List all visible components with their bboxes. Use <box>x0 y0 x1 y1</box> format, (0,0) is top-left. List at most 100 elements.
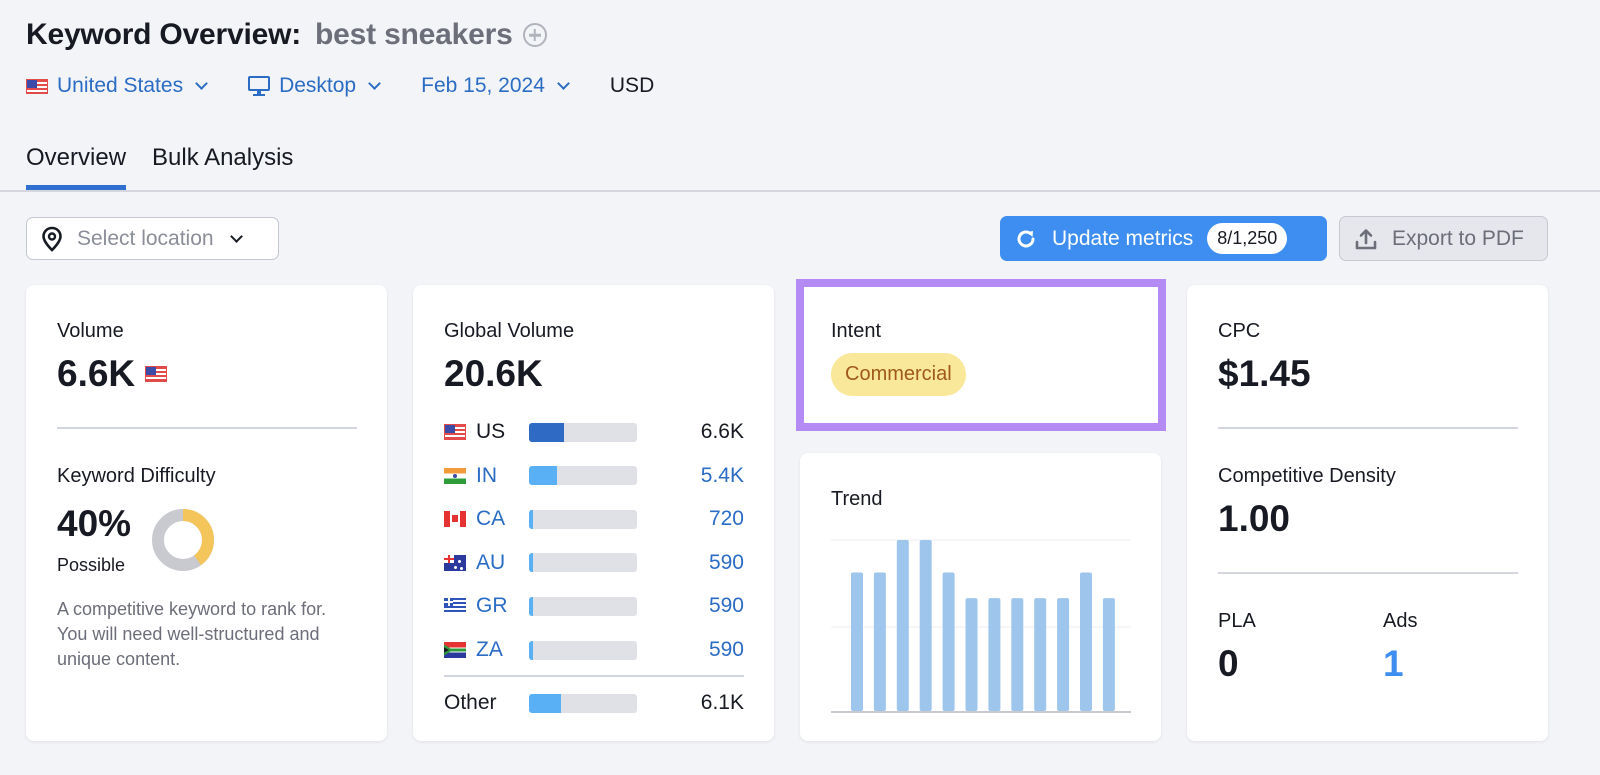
intent-label: Intent <box>831 320 882 342</box>
update-count-badge: 8/1,250 <box>1207 223 1288 254</box>
intent-badge-wrap: Commercial <box>831 353 966 396</box>
country-share-bar <box>529 509 637 529</box>
country-share-fill <box>529 509 534 529</box>
location-placeholder: Select location <box>77 226 214 250</box>
country-row-au[interactable]: AU 590 <box>444 551 744 575</box>
us-flag-icon <box>444 424 466 440</box>
trend-label: Trend <box>831 488 883 510</box>
country-share-fill <box>529 422 564 442</box>
trend-bar-4[interactable] <box>919 540 932 711</box>
keyword-text: best sneakers <box>315 18 513 51</box>
trend-bar-10[interactable] <box>1057 598 1070 711</box>
location-pin-icon <box>42 226 62 252</box>
trend-bar-3[interactable] <box>896 540 909 711</box>
device-label: Desktop <box>279 74 357 97</box>
competitive-density-label: Competitive Density <box>1218 465 1396 487</box>
filters-bar: United States Desktop Feb 15, 2024 USD <box>26 74 654 98</box>
trend-bar-2[interactable] <box>873 572 886 711</box>
kd-value: 40% <box>57 503 132 544</box>
country-code[interactable]: ZA <box>476 638 529 662</box>
trend-bar-9[interactable] <box>1034 598 1047 711</box>
date-dropdown[interactable]: Feb 15, 2024 <box>421 74 570 98</box>
tab-bar: Overview Bulk Analysis <box>26 144 319 190</box>
kd-rating: Possible <box>57 555 126 575</box>
volume-label: Volume <box>57 320 124 342</box>
kd-description: A competitive keyword to rank for. You w… <box>57 599 327 669</box>
kd-label: Keyword Difficulty <box>57 465 216 487</box>
country-share-fill <box>529 553 534 573</box>
us-flag-icon <box>145 366 168 382</box>
country-share-bar <box>529 640 637 660</box>
divider <box>444 675 744 677</box>
country-share-bar <box>529 553 637 573</box>
country-volume[interactable]: 590 <box>637 551 744 575</box>
page-title-text: Keyword Overview: <box>26 18 302 51</box>
global-volume-label: Global Volume <box>444 320 575 342</box>
other-bar <box>529 693 637 713</box>
us-flag-icon <box>26 78 48 94</box>
country-code[interactable]: AU <box>476 551 529 575</box>
tab-bulk-analysis[interactable]: Bulk Analysis <box>152 144 293 186</box>
plus-circle-icon[interactable] <box>522 23 547 47</box>
country-volume[interactable]: 590 <box>637 638 744 662</box>
device-dropdown[interactable]: Desktop <box>248 74 381 98</box>
global-volume-value: 20.6K <box>444 353 543 394</box>
intent-badge: Commercial <box>831 353 966 396</box>
upload-icon <box>1355 228 1377 249</box>
za-flag-icon <box>444 642 466 658</box>
export-pdf-button[interactable]: Export to PDF <box>1339 216 1548 261</box>
volume-value: 6.6K <box>57 353 136 394</box>
country-volume[interactable]: 590 <box>637 594 744 618</box>
country-volume[interactable]: 720 <box>637 507 744 531</box>
country-share-bar <box>529 596 637 616</box>
country-row-in[interactable]: IN 5.4K <box>444 464 744 488</box>
gr-flag-icon <box>444 598 466 615</box>
currency-label: USD <box>609 74 655 97</box>
country-code[interactable]: GR <box>476 594 529 618</box>
country-volume: 6.6K <box>700 420 744 443</box>
country-label: United States <box>57 74 184 97</box>
country-share-fill <box>529 466 558 486</box>
pla-label: PLA <box>1218 610 1256 632</box>
trend-bar-5[interactable] <box>942 572 955 711</box>
country-row-za[interactable]: ZA 590 <box>444 638 744 662</box>
pla-value: 0 <box>1218 643 1239 684</box>
country-share-fill <box>529 640 534 660</box>
country-share-bar <box>529 466 637 486</box>
country-code: US <box>476 420 506 443</box>
trend-chart <box>831 539 1131 713</box>
chevron-down-icon <box>229 229 243 243</box>
country-code[interactable]: CA <box>476 507 529 531</box>
other-label: Other <box>444 691 497 714</box>
cpc-label: CPC <box>1218 320 1261 342</box>
trend-bar-6[interactable] <box>965 598 978 711</box>
cpc-value: $1.45 <box>1218 353 1311 394</box>
country-volume[interactable]: 5.4K <box>637 464 744 488</box>
volume-card: Volume 6.6K Keyword Difficulty 40% Possi… <box>26 285 387 741</box>
chevron-down-icon <box>557 77 570 90</box>
global-volume-card: Global Volume 20.6K US 6.6K IN 5.4K CA 720 AU 5… <box>413 285 774 741</box>
trend-bar-11[interactable] <box>1080 572 1092 711</box>
trend-bar-12[interactable] <box>1102 598 1115 711</box>
trend-bar-7[interactable] <box>988 598 1001 711</box>
trend-bar-1[interactable] <box>851 572 863 711</box>
ca-flag-icon <box>444 511 466 528</box>
refresh-icon <box>1017 229 1035 247</box>
export-label: Export to PDF <box>1392 226 1524 250</box>
update-metrics-button[interactable]: Update metrics 8/1,250 <box>1000 216 1327 261</box>
location-select[interactable]: Select location <box>26 217 279 260</box>
tab-overview[interactable]: Overview <box>26 144 127 190</box>
trend-bar-8[interactable] <box>1011 598 1024 711</box>
country-code[interactable]: IN <box>476 464 529 488</box>
trend-card: Trend <box>800 453 1161 741</box>
country-row-gr[interactable]: GR 590 <box>444 594 744 618</box>
in-flag-icon <box>444 467 466 484</box>
country-row-ca[interactable]: CA 720 <box>444 507 744 531</box>
divider <box>57 427 357 429</box>
kd-donut <box>152 509 214 571</box>
intent-card: Intent Commercial <box>800 285 1161 425</box>
cpc-card: CPC $1.45 Competitive Density 1.00 PLA 0… <box>1187 285 1548 741</box>
tabs-divider <box>0 190 1600 192</box>
ads-value[interactable]: 1 <box>1383 643 1404 685</box>
country-dropdown[interactable]: United States <box>26 74 208 98</box>
